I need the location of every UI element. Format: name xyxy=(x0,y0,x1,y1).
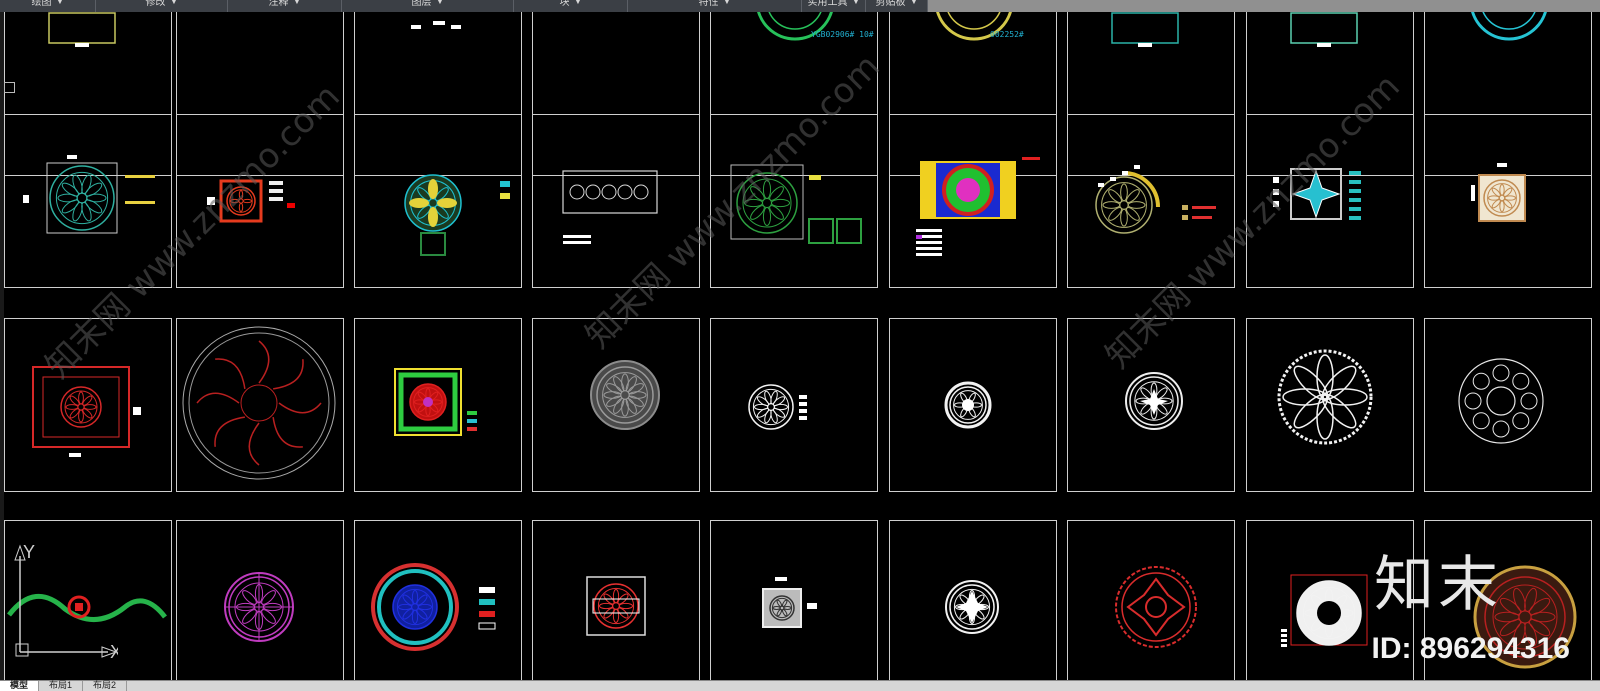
drawing-tile[interactable] xyxy=(710,114,878,288)
drawing-tile[interactable] xyxy=(1067,114,1235,288)
tile-pattern-red-square xyxy=(32,366,141,457)
layout-tabs-bar: 模型 布局1 布局2 xyxy=(0,680,1600,691)
drawing-tile[interactable] xyxy=(4,318,172,492)
ucs-x-label: X xyxy=(110,642,118,660)
drawing-tile[interactable] xyxy=(176,520,344,680)
ribbon-panel-label: 注释 xyxy=(268,0,289,8)
ribbon-panel-label: 修改 xyxy=(145,0,166,8)
svg-text:002252#: 002252# xyxy=(990,30,1024,39)
chevron-down-icon: ▼ xyxy=(170,0,178,6)
drawing-tile[interactable] xyxy=(1246,318,1414,492)
tile-pattern-circle-in-square xyxy=(23,155,155,234)
tile-pattern-white-thin-ring xyxy=(1458,358,1544,444)
drawing-tile[interactable] xyxy=(354,318,522,492)
tile-pattern-floral-medallion xyxy=(404,174,510,256)
drawing-tile[interactable] xyxy=(354,114,522,288)
tile-pattern-rect-pattern xyxy=(562,170,658,244)
chevron-down-icon: ▼ xyxy=(436,0,444,6)
drawing-canvas[interactable]: YGB02906# 10# 002252# xyxy=(4,12,1600,680)
ribbon-panel-5[interactable]: 特性 ▼ xyxy=(628,0,802,12)
ribbon-panel-label: 图层 xyxy=(411,0,432,8)
brand-logo: 知末 xyxy=(1374,550,1502,620)
ribbon-panel-1[interactable]: 修改 ▼ xyxy=(96,0,228,12)
ribbon-panel-label: 特性 xyxy=(698,0,719,8)
drawing-tile[interactable] xyxy=(1067,318,1235,492)
drawing-tile[interactable] xyxy=(889,520,1057,680)
drawing-tile[interactable] xyxy=(532,520,700,680)
drawing-tile[interactable] xyxy=(889,114,1057,288)
tile-pattern-rect-color xyxy=(916,157,1040,256)
tile-pattern-white-circle xyxy=(945,580,999,634)
tile-pattern-white-lotus xyxy=(1277,349,1373,445)
drawing-tile[interactable] xyxy=(1424,318,1592,492)
svg-text:YGB02906# 10#: YGB02906# 10# xyxy=(811,30,874,39)
drawing-tile[interactable] xyxy=(1067,520,1235,680)
drawing-tile[interactable] xyxy=(354,520,522,680)
tile-pattern-red-white-square xyxy=(586,576,646,636)
tile-pattern-blue-ring xyxy=(371,563,496,651)
chevron-down-icon: ▼ xyxy=(852,0,860,6)
ribbon-panel-4[interactable]: 块 ▼ xyxy=(514,0,628,12)
drawing-tile[interactable] xyxy=(1424,114,1592,288)
asset-id: ID: 896294316 xyxy=(1371,632,1571,665)
ribbon-panel-label: 块 xyxy=(559,0,570,8)
chevron-down-icon: ▼ xyxy=(574,0,582,6)
tile-pattern-white-rosette xyxy=(748,384,807,430)
ribbon-empty-area xyxy=(928,0,1600,12)
chevron-down-icon: ▼ xyxy=(56,0,64,6)
tile-pattern-gray-rosette xyxy=(590,360,660,430)
tile-pattern-cream-square xyxy=(1471,163,1526,222)
tile-pattern-green-red-square xyxy=(394,368,477,436)
drawing-tile[interactable] xyxy=(889,318,1057,492)
tile-pattern-magenta-circle xyxy=(224,572,294,642)
tile-pattern-big-circle-red xyxy=(182,326,336,480)
chevron-down-icon: ▼ xyxy=(293,0,301,6)
ribbon-panel-0[interactable]: 绘图 ▼ xyxy=(0,0,96,12)
ribbon-panel-2[interactable]: 注释 ▼ xyxy=(228,0,342,12)
drawing-tile[interactable] xyxy=(710,520,878,680)
drawing-tile[interactable] xyxy=(532,114,700,288)
tile-pattern-circle-panels xyxy=(730,164,862,244)
tile-pattern-square-knot xyxy=(207,179,295,223)
chevron-down-icon: ▼ xyxy=(723,0,731,6)
chevron-down-icon: ▼ xyxy=(910,0,918,6)
drawing-tile[interactable] xyxy=(710,318,878,492)
ucs-y-label: Y xyxy=(23,542,35,562)
ucs-icon: Y X xyxy=(14,542,118,660)
ribbon-panel-7[interactable]: 剪贴板 ▼ xyxy=(866,0,928,12)
ribbon-panel-label: 剪贴板 xyxy=(875,0,906,8)
drawing-tile[interactable] xyxy=(176,318,344,492)
drawing-tile[interactable] xyxy=(4,114,172,288)
ribbon-panel-3[interactable]: 图层 ▼ xyxy=(342,0,514,12)
ribbon-panel-label: 实用工具 xyxy=(807,0,848,8)
tile-pattern-white-ornate xyxy=(1125,372,1183,430)
ribbon-panel-label: 绘图 xyxy=(31,0,52,8)
tile-pattern-small-gray-square xyxy=(762,577,817,628)
ribbon-panel-6[interactable]: 实用工具 ▼ xyxy=(802,0,866,12)
tile-pattern-medallion-gray xyxy=(1095,165,1216,234)
tile-pattern-star-square xyxy=(1273,168,1361,220)
tile-pattern-red-circle xyxy=(1115,566,1197,648)
tile-pattern-white-ring xyxy=(944,381,992,429)
selection-grip[interactable] xyxy=(4,82,15,93)
drawing-tile[interactable] xyxy=(176,114,344,288)
drawing-tile[interactable] xyxy=(532,318,700,492)
drawing-tile[interactable] xyxy=(1246,114,1414,288)
